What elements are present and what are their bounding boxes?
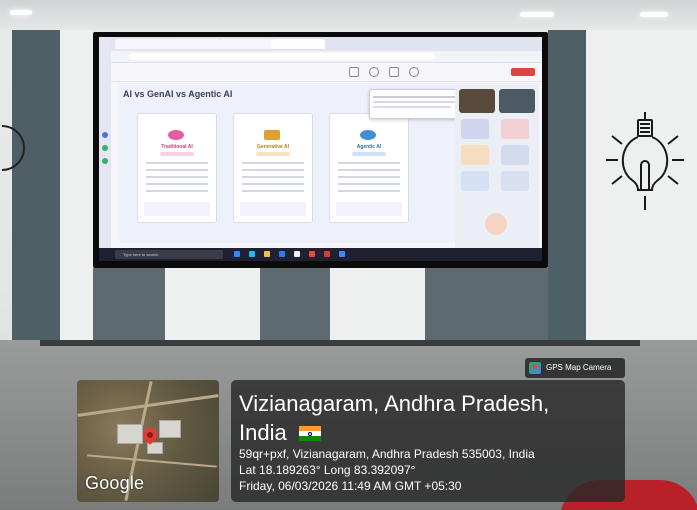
gps-camera-badge: GPS Map Camera [525,358,625,378]
slide-title: AI vs GenAI vs Agentic AI [123,89,233,99]
browser-tab-active [271,39,325,49]
taskbar-app-icon [294,251,300,257]
card-title: Agentic AI [356,144,382,150]
leave-button [511,68,535,76]
taskbar-app-icon [309,251,315,257]
taskbar-app-icon [279,251,285,257]
participant-tile [461,145,489,165]
toolbar-icon [389,67,399,77]
participant-video [499,89,535,113]
participant-video [459,89,495,113]
pen-icon [264,130,280,140]
app-sidebar [99,37,111,248]
gps-coordinates: Lat 18.189263° Long 83.392097° [239,463,416,477]
map-building [117,424,143,444]
slide-card-generative-ai: Generative AI [233,113,313,223]
url-field [129,53,435,60]
brain-icon [168,130,184,140]
desk-edge [40,340,640,346]
wall-panel-light [165,268,260,340]
taskbar-app-icon [249,251,255,257]
sidebar-dot [102,145,108,151]
tv-screen: AI vs GenAI vs Agentic AI Traditional AI… [99,37,542,261]
sidebar-dot [102,132,108,138]
browser-tab [219,39,273,49]
meeting-toolbar [99,63,542,82]
card-badge [160,152,194,156]
card-title: Traditional AI [161,144,193,150]
card-footnote [240,202,306,216]
toolbar-icon [409,67,419,77]
wall-panel-lower [93,268,548,340]
gps-map-camera-icon [529,362,541,374]
ceiling-light [640,12,668,17]
taskbar-app-icon [234,251,240,257]
ceiling [0,0,697,30]
card-title: Generative AI [256,144,290,150]
map-road [87,454,217,468]
location-info-panel: Vizianagaram, Andhra Pradesh, India 59qr… [231,380,625,502]
taskbar-app-icon [324,251,330,257]
wall-decoration-arc [1,125,25,171]
participant-tile [461,119,489,139]
full-address: 59qr+pxf, Vizianagaram, Andhra Pradesh 5… [239,447,535,461]
browser-tabbar [99,37,542,51]
wall-panel [12,30,60,340]
india-flag-icon [299,426,321,441]
location-country: India [239,420,287,445]
card-footnote [144,202,210,216]
wall-panel-light [60,30,93,340]
wall-panel [548,30,586,340]
toolbar-icon [369,67,379,77]
ceiling-light [520,12,554,17]
participant-tile [501,119,529,139]
card-footnote [336,202,402,216]
taskbar-app-icon [264,251,270,257]
lightbulb-wall-drawing [606,112,684,210]
capture-datetime: Friday, 06/03/2026 11:49 AM GMT +05:30 [239,479,462,493]
browser-tab [115,39,169,49]
gps-camera-label: GPS Map Camera [546,363,612,372]
participant-avatar [485,213,507,235]
card-bullets [338,162,400,197]
participants-panel [455,83,539,248]
browser-tab [167,39,221,49]
robot-icon [360,130,376,140]
map-provider-logo: Google [85,473,145,493]
card-badge [256,152,290,156]
taskbar-app-icon [339,251,345,257]
ceiling-light [10,10,32,15]
participant-tile [461,171,489,191]
slide-card-agentic-ai: Agentic AI [329,113,409,223]
map-building [159,420,181,438]
card-badge [352,152,386,156]
wall-panel-light [330,268,425,340]
card-bullets [242,162,304,197]
taskbar-search: Type here to search [115,250,223,259]
participant-tile [501,145,529,165]
slide-card-traditional-ai: Traditional AI [137,113,217,223]
satellite-map-thumbnail: Google [77,380,219,502]
sidebar-dot [102,158,108,164]
toolbar-icon [349,67,359,77]
card-bullets [146,162,208,197]
classroom-photo: AI vs GenAI vs Agentic AI Traditional AI… [0,0,697,510]
participant-tile [501,171,529,191]
location-city-state: Vizianagaram, Andhra Pradesh, [239,391,550,416]
